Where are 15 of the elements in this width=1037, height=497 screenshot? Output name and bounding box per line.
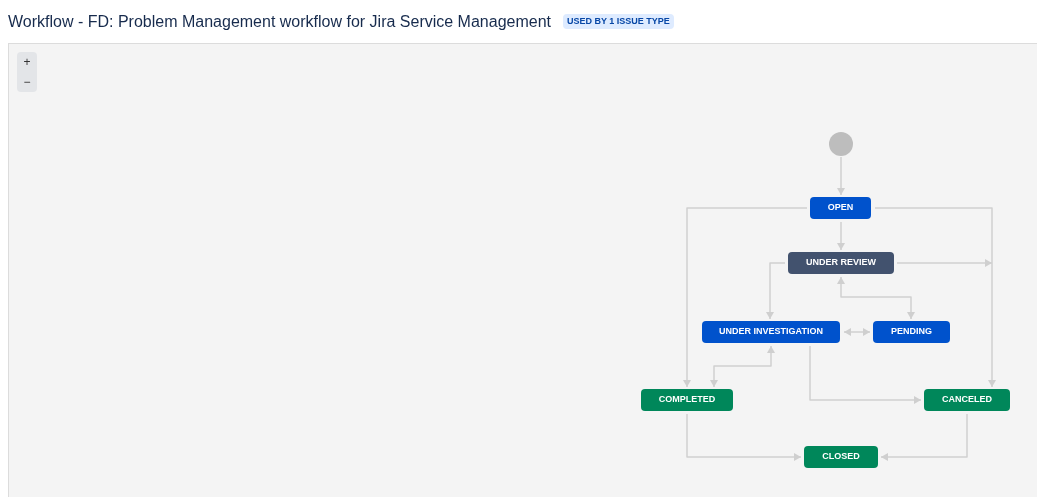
transition-arrow [837,156,845,196]
status-node[interactable]: COMPLETED [641,389,733,411]
start-node [829,132,853,156]
page-title: Workflow - FD: Problem Management workflow for Jira Service Management [8,11,551,32]
transition-arrow [837,221,845,251]
status-node[interactable]: PENDING [873,321,950,343]
status-node[interactable]: UNDER INVESTIGATION [702,321,840,343]
transition-arrow [843,328,871,336]
zoom-out-button[interactable]: − [17,72,37,92]
status-node[interactable]: OPEN [810,197,871,219]
usage-badge: USED BY 1 ISSUE TYPE [563,13,674,30]
status-node[interactable]: CLOSED [804,446,878,468]
zoom-in-button[interactable]: + [17,52,37,72]
status-node[interactable]: CANCELED [924,389,1010,411]
status-node[interactable]: UNDER REVIEW [788,252,894,274]
